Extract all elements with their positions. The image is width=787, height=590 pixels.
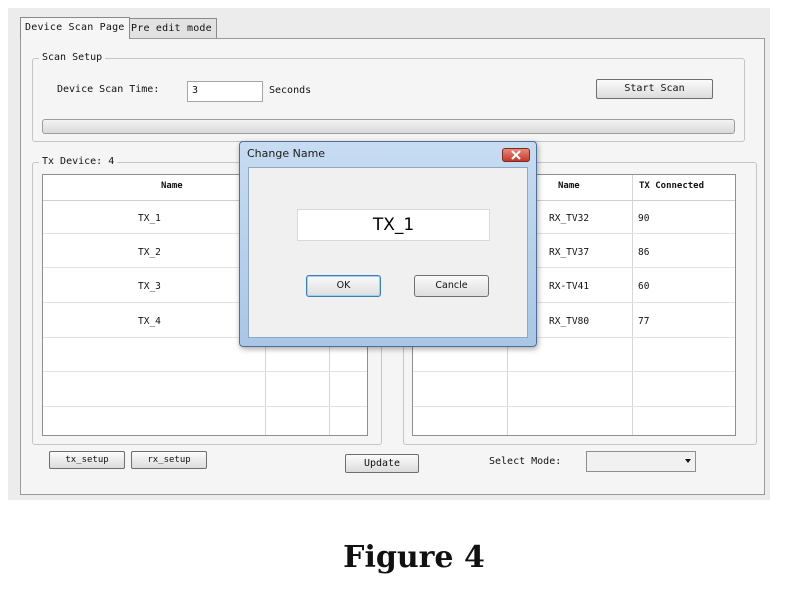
- change-name-dialog: Change Name TX_1 OK Cancle: [239, 141, 537, 347]
- tx-row-name[interactable]: TX_2: [138, 247, 161, 259]
- rx-row-name[interactable]: RX-TV41: [549, 281, 589, 293]
- update-button[interactable]: Update: [345, 454, 419, 473]
- rx-row-connected: 86: [638, 247, 650, 258]
- row-divider: [43, 406, 367, 407]
- dropdown-arrow-icon: [685, 459, 691, 463]
- rx-column-divider: [632, 175, 633, 435]
- row-divider: [413, 406, 735, 407]
- rx-column-connected: TX Connected: [639, 181, 705, 191]
- rx-row-connected: 90: [638, 213, 650, 224]
- scan-setup-group: Scan Setup Device Scan Time: 3 Seconds S…: [32, 51, 745, 142]
- ok-button[interactable]: OK: [306, 275, 381, 297]
- row-divider: [413, 371, 735, 372]
- cancel-button[interactable]: Cancle: [414, 275, 489, 297]
- row-divider: [43, 371, 367, 372]
- tx-setup-button[interactable]: tx_setup: [49, 451, 125, 469]
- tx-device-title: Tx Device: 4: [39, 155, 118, 169]
- tx-row-name[interactable]: TX_4: [138, 316, 161, 328]
- rx-column-name: Name: [558, 181, 580, 191]
- scan-setup-title: Scan Setup: [39, 51, 106, 65]
- rx-row-connected: 77: [638, 316, 650, 327]
- rx-setup-button[interactable]: rx_setup: [131, 451, 207, 469]
- rx-row-connected: 60: [638, 281, 650, 292]
- tx-row-name[interactable]: TX_3: [138, 281, 161, 293]
- rx-row-name[interactable]: RX_TV32: [549, 213, 589, 225]
- tx-row-name[interactable]: TX_1: [138, 213, 161, 225]
- seconds-label: Seconds: [269, 85, 312, 96]
- scan-time-input[interactable]: 3: [187, 81, 263, 102]
- dialog-title: Change Name: [247, 147, 326, 160]
- close-icon: [511, 150, 521, 160]
- scan-progress-bar: [42, 119, 735, 134]
- tab-device-scan-page[interactable]: Device Scan Page: [20, 17, 130, 39]
- name-input[interactable]: TX_1: [297, 209, 490, 241]
- select-mode-label: Select Mode:: [489, 456, 562, 467]
- dialog-body: TX_1 OK Cancle: [248, 167, 528, 338]
- figure-caption: Figure 4: [343, 540, 485, 575]
- close-button[interactable]: [502, 148, 530, 162]
- start-scan-button[interactable]: Start Scan: [596, 79, 713, 99]
- rx-row-name[interactable]: RX_TV80: [549, 316, 589, 328]
- tx-column-name: Name: [161, 181, 183, 191]
- select-mode-dropdown[interactable]: [586, 451, 696, 472]
- tab-pre-edit-mode[interactable]: Pre edit mode: [126, 18, 217, 38]
- rx-row-name[interactable]: RX_TV37: [549, 247, 589, 259]
- scan-time-label: Device Scan Time:: [57, 84, 160, 95]
